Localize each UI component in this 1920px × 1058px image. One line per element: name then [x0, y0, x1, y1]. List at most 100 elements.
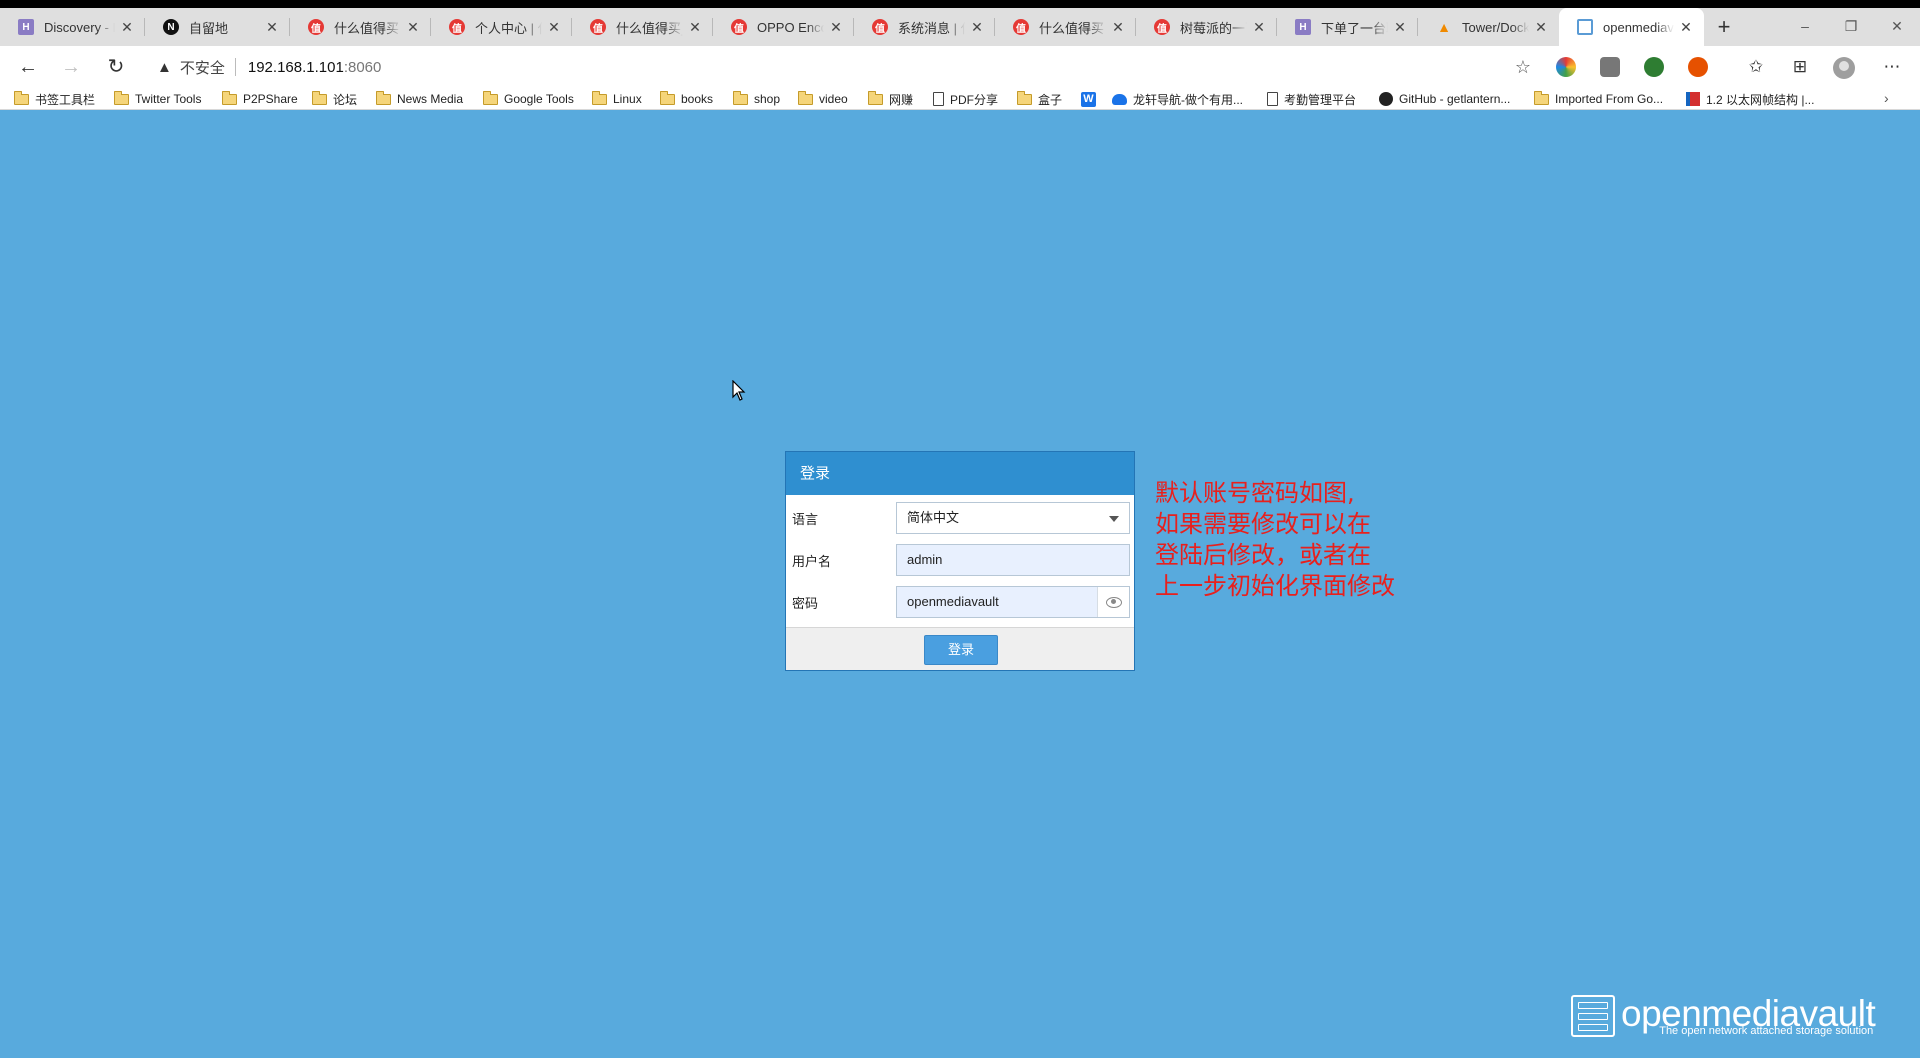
browser-tab[interactable]: 值 什么值得买 | 科 ✕ [290, 8, 431, 46]
tab-title: 什么值得买 | 科 [1039, 20, 1106, 36]
document-icon [1267, 92, 1278, 106]
bookmark-item[interactable]: P2PShare [221, 90, 298, 108]
close-tab-icon[interactable]: ✕ [687, 19, 703, 36]
bookmark-item[interactable]: PDF分享 [933, 90, 998, 108]
w-icon: W [1081, 91, 1096, 107]
window-top-border [0, 0, 1920, 8]
close-tab-icon[interactable]: ✕ [405, 19, 421, 36]
login-button[interactable]: 登录 [924, 635, 998, 665]
zdm-icon: 值 [449, 19, 465, 35]
bookmark-item[interactable]: shop [732, 90, 780, 108]
browser-tab[interactable]: 值 树莓派的一百 ✕ [1136, 8, 1277, 46]
favorites-icon[interactable]: ✩ [1741, 52, 1771, 82]
bookmark-item[interactable]: 论坛 [311, 90, 357, 108]
close-window-button[interactable]: ✕ [1874, 8, 1920, 46]
language-select[interactable]: 简体中文 [896, 502, 1130, 534]
folder-icon [13, 90, 29, 105]
bookmark-item[interactable]: books [659, 90, 714, 108]
minimize-button[interactable]: – [1782, 8, 1828, 46]
bookmark-item[interactable]: video [797, 90, 848, 108]
browser-tab-active[interactable]: openmediavault ✕ [1559, 8, 1704, 46]
color-extension-icon[interactable] [1556, 57, 1576, 77]
browser-tab[interactable]: 值 个人中心 | 什么 ✕ [431, 8, 572, 46]
browser-tab[interactable]: 值 什么值得买_消 ✕ [572, 8, 713, 46]
eye-icon[interactable] [1097, 587, 1129, 617]
password-value: openmediavault [907, 594, 999, 609]
browser-tab[interactable]: ▲ Tower/Docker ✕ [1418, 8, 1559, 46]
chevron-right-icon[interactable]: › [1884, 90, 1889, 106]
bookmark-item[interactable]: News Media [375, 90, 463, 108]
folder-icon [591, 90, 607, 105]
bookmark-item[interactable]: 1.2 以太网帧结构 |... [1686, 90, 1814, 108]
bookmark-label: books [681, 92, 714, 106]
zdm-icon: 值 [308, 19, 324, 35]
reload-button[interactable]: ↻ [100, 52, 132, 82]
bookmark-item[interactable]: 书签工具栏 [13, 90, 95, 108]
username-input[interactable]: admin [896, 544, 1130, 576]
bookmark-item[interactable]: Linux [591, 90, 642, 108]
close-tab-icon[interactable]: ✕ [828, 19, 844, 36]
document-icon [933, 92, 944, 106]
tab-title: 下单了一台联 [1321, 20, 1388, 36]
annotation-line: 默认账号密码如图, [1155, 479, 1355, 507]
browser-tab[interactable]: H 下单了一台联 ✕ [1277, 8, 1418, 46]
new-tab-button[interactable]: + [1708, 8, 1740, 46]
browser-tab[interactable]: H Discovery - Hi ✕ [0, 8, 145, 46]
close-tab-icon[interactable]: ✕ [264, 19, 280, 36]
bookmark-item[interactable]: GitHub - getlantern... [1379, 90, 1510, 108]
bookmark-item[interactable]: Imported From Go... [1533, 90, 1663, 108]
close-tab-icon[interactable]: ✕ [1678, 19, 1694, 36]
bookmark-item[interactable]: W [1081, 90, 1102, 108]
bookmark-item[interactable]: 考勤管理平台 [1267, 90, 1356, 108]
tampermonkey-extension-icon[interactable] [1688, 57, 1708, 77]
url-host[interactable]: 192.168.1.101 [248, 59, 344, 76]
address-field[interactable]: ▲ 不安全 192.168.1.101:8060 [145, 50, 1540, 84]
nas-server-icon [1571, 995, 1615, 1037]
browser-tab[interactable]: 值 OPPO Enco X ✕ [713, 8, 854, 46]
tab-title: Discovery - Hi [44, 19, 115, 35]
profile-avatar[interactable] [1833, 57, 1855, 79]
login-dialog: 登录 语言 简体中文 用户名 admin 密码 openmediavault 登… [785, 451, 1135, 671]
tab-title: OPPO Enco X [757, 19, 824, 35]
close-tab-icon[interactable]: ✕ [119, 19, 135, 36]
url-port[interactable]: :8060 [344, 59, 382, 76]
tab-title: 个人中心 | 什么 [475, 20, 542, 36]
browser-tab[interactable]: N 自留地 ✕ [145, 8, 290, 46]
close-tab-icon[interactable]: ✕ [1110, 19, 1126, 36]
more-menu-icon[interactable]: ⋯ [1877, 52, 1907, 82]
annotation-line: 如果需要修改可以在 [1155, 510, 1371, 538]
bookmark-item[interactable]: 网赚 [867, 90, 914, 108]
cloud-icon [1112, 93, 1127, 105]
warning-icon[interactable]: ▲ [157, 59, 172, 76]
login-dialog-footer: 登录 [786, 627, 1134, 670]
security-label[interactable]: 不安全 [180, 57, 225, 78]
close-tab-icon[interactable]: ✕ [1392, 19, 1408, 36]
forward-button[interactable]: → [55, 52, 87, 82]
bookmark-label: P2PShare [243, 92, 298, 106]
bookmark-item[interactable]: Twitter Tools [113, 90, 201, 108]
hi-icon: H [18, 19, 34, 35]
shield-extension-icon[interactable] [1600, 57, 1620, 77]
back-button[interactable]: ← [12, 52, 44, 82]
browser-tab[interactable]: 值 什么值得买 | 科 ✕ [995, 8, 1136, 46]
restore-button[interactable]: ❐ [1828, 8, 1874, 46]
tab-title: openmediavault [1603, 19, 1674, 35]
chevron-down-icon[interactable] [1109, 516, 1119, 522]
bookmark-label: 网赚 [889, 92, 914, 107]
bookmark-item[interactable]: 龙轩导航-做个有用... [1112, 90, 1243, 108]
language-label: 语言 [792, 512, 819, 527]
bookmark-label: Linux [613, 92, 642, 106]
login-dialog-title: 登录 [786, 452, 1134, 495]
close-tab-icon[interactable]: ✕ [1533, 19, 1549, 36]
password-input[interactable]: openmediavault [896, 586, 1130, 618]
browser-tab[interactable]: 值 系统消息 | 什么 ✕ [854, 8, 995, 46]
close-tab-icon[interactable]: ✕ [546, 19, 562, 36]
close-tab-icon[interactable]: ✕ [969, 19, 985, 36]
favorite-star-icon[interactable]: ☆ [1508, 52, 1538, 82]
bookmark-item[interactable]: 盒子 [1016, 90, 1062, 108]
collections-icon[interactable]: ⊞ [1785, 52, 1815, 82]
close-tab-icon[interactable]: ✕ [1251, 19, 1267, 36]
password-label: 密码 [792, 596, 819, 611]
bookmark-item[interactable]: Google Tools [482, 90, 574, 108]
globe-extension-icon[interactable] [1644, 57, 1664, 77]
